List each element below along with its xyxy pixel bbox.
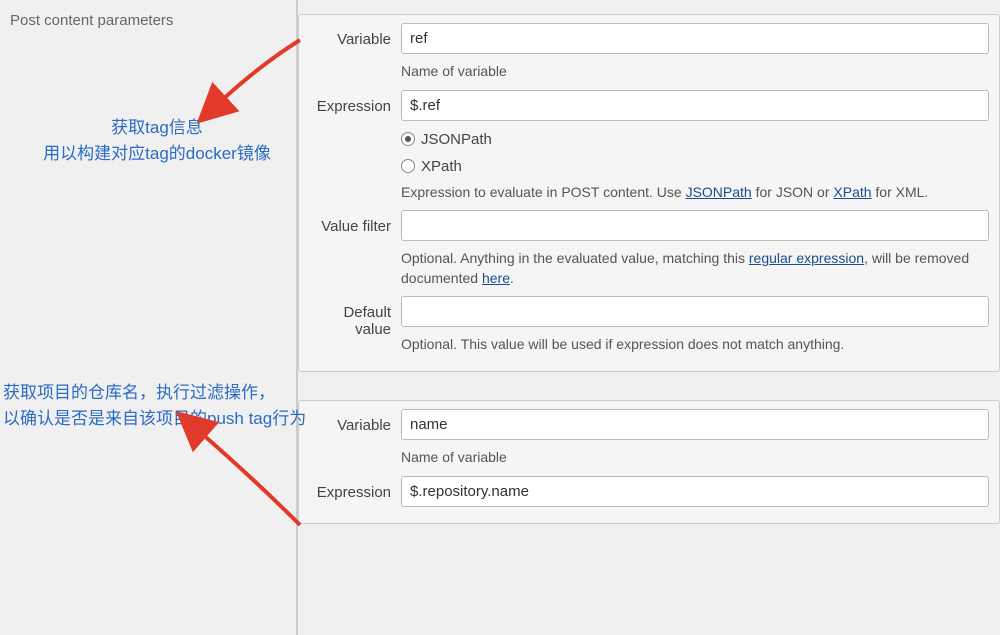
- radio-dot-icon: [401, 132, 415, 146]
- variable-label: Variable: [309, 23, 401, 48]
- radio-jsonpath[interactable]: JSONPath: [401, 131, 989, 148]
- variable-help-2: Name of variable: [401, 448, 989, 468]
- parameter-block-2: Variable Name of variable Expression: [298, 400, 1000, 524]
- defaultvalue-help: Optional. This value will be used if exp…: [401, 335, 989, 355]
- defaultvalue-input[interactable]: [401, 296, 989, 327]
- radio-xpath[interactable]: XPath: [401, 158, 989, 175]
- parameter-block-1: Variable Name of variable Expression JSO…: [298, 14, 1000, 372]
- valuefilter-input[interactable]: [401, 210, 989, 241]
- variable-label-2: Variable: [309, 409, 401, 434]
- expression-label-2: Expression: [309, 476, 401, 501]
- expression-help: Expression to evaluate in POST content. …: [401, 183, 989, 203]
- valuefilter-help: Optional. Anything in the evaluated valu…: [401, 249, 989, 288]
- jsonpath-link[interactable]: JSONPath: [686, 184, 752, 200]
- valuefilter-label: Value filter: [309, 210, 401, 235]
- expression-input-2[interactable]: [401, 476, 989, 507]
- defaultvalue-label: Default value: [309, 296, 401, 338]
- variable-help: Name of variable: [401, 62, 989, 82]
- variable-input-2[interactable]: [401, 409, 989, 440]
- variable-input[interactable]: [401, 23, 989, 54]
- xpath-link[interactable]: XPath: [833, 184, 871, 200]
- section-heading: Post content parameters: [10, 12, 286, 29]
- radio-jsonpath-label: JSONPath: [421, 131, 492, 148]
- radio-dot-icon: [401, 159, 415, 173]
- expression-input[interactable]: [401, 90, 989, 121]
- regex-link[interactable]: regular expression: [749, 250, 864, 266]
- here-link[interactable]: here: [482, 270, 510, 286]
- radio-xpath-label: XPath: [421, 158, 462, 175]
- expression-label: Expression: [309, 90, 401, 115]
